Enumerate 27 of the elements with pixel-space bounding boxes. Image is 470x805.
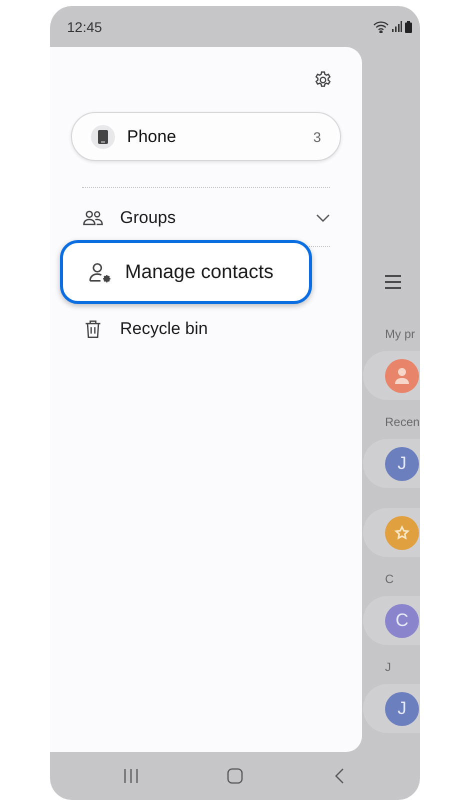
avatar: J [385, 692, 419, 726]
phone-icon [91, 124, 115, 148]
avatar: C [385, 604, 419, 638]
wifi-icon [373, 20, 389, 32]
chevron-icon[interactable] [316, 214, 330, 222]
item-label: Groups [120, 208, 177, 228]
drawer-item[interactable]: Groups [50, 196, 362, 240]
account-selector[interactable]: Phone 3 [71, 112, 341, 161]
item-label: Manage contacts [125, 260, 275, 284]
clock-time: 12:45 [67, 18, 102, 34]
settings-icon[interactable] [313, 70, 333, 90]
battery-icon [405, 20, 412, 32]
section-header: C [385, 571, 395, 588]
item-label: Recycle bin [120, 319, 209, 339]
section-header: J [385, 659, 392, 676]
section-header: Recen [385, 414, 420, 431]
contact-count: 3 [313, 128, 321, 144]
menu-icon[interactable] [385, 275, 401, 289]
drawer-item[interactable]: Recycle bin [50, 307, 362, 351]
drawer-item[interactable]: Manage contacts [60, 240, 312, 304]
avatar: J [385, 446, 419, 480]
recent-apps-icon[interactable] [123, 769, 139, 783]
home-icon[interactable] [227, 768, 243, 784]
signal-icon [392, 21, 402, 32]
back-icon[interactable] [334, 768, 344, 784]
section-header: My pr [385, 326, 416, 343]
account-name: Phone [127, 126, 178, 146]
